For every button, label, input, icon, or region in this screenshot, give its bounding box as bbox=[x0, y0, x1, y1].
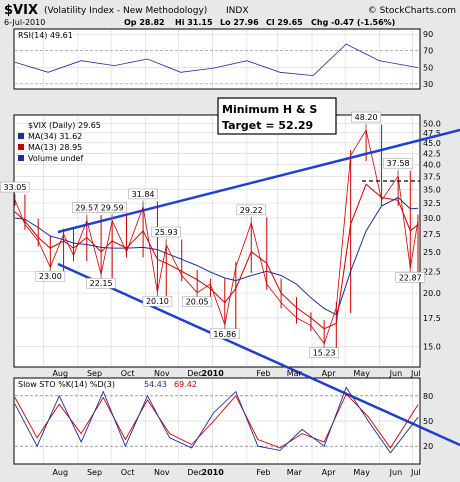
legend-volume: Volume undef bbox=[28, 154, 83, 163]
legend-ma34-swatch bbox=[18, 133, 24, 139]
price-tick-label: 20.0 bbox=[423, 289, 441, 298]
price-tick-label: 22.5 bbox=[423, 267, 441, 276]
callout-label: 31.84 bbox=[132, 190, 155, 199]
callout-label: 15.23 bbox=[313, 349, 336, 358]
x-tick-label: Aug bbox=[52, 468, 68, 477]
quote-high: Hi 31.15 bbox=[175, 18, 213, 27]
hs-annotation-line2: Target = 52.29 bbox=[222, 119, 313, 132]
rsi-tick-label: 30 bbox=[423, 80, 433, 89]
callout-label: 33.05 bbox=[4, 183, 27, 192]
price-tick-label: 45.0 bbox=[423, 139, 441, 148]
callout-label: 29.57 bbox=[75, 204, 98, 213]
callout-label: 29.59 bbox=[101, 204, 124, 213]
x-tick-label: 2010 bbox=[202, 369, 225, 378]
callout-label: 16.86 bbox=[213, 330, 236, 339]
legend-ma34: MA(34) 31.62 bbox=[28, 132, 82, 141]
price-tick-label: 42.5 bbox=[423, 149, 441, 158]
x-tick-label: Mar bbox=[287, 468, 303, 477]
x-tick-label: Jun bbox=[389, 369, 403, 378]
rsi-tick-label: 50 bbox=[423, 63, 433, 72]
chart-date: 6-Jul-2010 bbox=[4, 18, 45, 27]
quote-change: Chg -0.47 (-1.56%) bbox=[311, 18, 395, 27]
rsi-tick-label: 70 bbox=[423, 47, 433, 56]
x-tick-label: Apr bbox=[322, 369, 337, 378]
sto-label: Slow STO %K(14) %D(3) bbox=[18, 380, 115, 389]
x-tick-label: May bbox=[353, 369, 370, 378]
price-tick-label: 32.5 bbox=[423, 199, 441, 208]
x-tick-label: Feb bbox=[256, 369, 270, 378]
x-tick-label: Nov bbox=[154, 369, 170, 378]
sto-tick-label: 50 bbox=[423, 417, 433, 426]
rsi-tick-label: 90 bbox=[423, 30, 433, 39]
callout-label: 48.20 bbox=[355, 113, 378, 122]
x-axis-middle: Aug Sep Oct Nov Dec2010 Feb Mar Apr May Jun Jul bbox=[52, 369, 420, 378]
sto-tick-label: 20 bbox=[423, 442, 433, 451]
price-tick-label: 25.0 bbox=[423, 248, 441, 257]
x-tick-label: Apr bbox=[322, 468, 337, 477]
hs-annotation-line1: Minimum H & S bbox=[222, 103, 317, 116]
x-tick-label: Mar bbox=[287, 369, 303, 378]
callout-label: 25.93 bbox=[155, 228, 178, 237]
x-tick-label: Feb bbox=[256, 468, 270, 477]
x-tick-label: Sep bbox=[87, 468, 102, 477]
x-tick-label: Oct bbox=[121, 468, 135, 477]
price-tick-label: 27.5 bbox=[423, 230, 441, 239]
x-tick-label: Jul bbox=[410, 369, 421, 378]
legend-volume-swatch bbox=[18, 155, 24, 161]
brand-label: © StockCharts.com bbox=[368, 6, 456, 16]
callout-label: 20.05 bbox=[186, 298, 209, 307]
x-tick-label: Nov bbox=[154, 468, 170, 477]
sto-tick-label: 80 bbox=[423, 392, 433, 401]
x-axis-bottom: Aug Sep Oct Nov Dec2010 Feb Mar Apr May Jun Jul bbox=[52, 468, 420, 477]
callout-label: 22.87 bbox=[399, 273, 422, 282]
callout-label: 22.15 bbox=[90, 279, 113, 288]
quote-close: Cl 29.65 bbox=[266, 18, 303, 27]
callout-label: 37.58 bbox=[387, 159, 410, 168]
callout-label: 23.00 bbox=[39, 272, 62, 281]
x-tick-label: Aug bbox=[52, 369, 68, 378]
x-tick-label: Sep bbox=[87, 369, 102, 378]
vix-chart: $VIX (Volatility Index - New Methodology… bbox=[0, 3, 460, 477]
chart-symbol: $VIX bbox=[4, 3, 38, 18]
price-axis: 50.047.545.042.540.037.535.032.530.027.5… bbox=[423, 119, 441, 351]
x-tick-label: Jun bbox=[389, 468, 403, 477]
quote-low: Lo 27.96 bbox=[220, 18, 259, 27]
sto-axis: 80 50 20 bbox=[423, 392, 433, 451]
price-tick-label: 30.0 bbox=[423, 214, 441, 223]
legend-main: $VIX (Daily) 29.65 bbox=[28, 121, 101, 130]
x-tick-label: 2010 bbox=[202, 468, 225, 477]
sto-k-value: 54.43 bbox=[144, 380, 167, 389]
rsi-axis: 90 70 50 30 bbox=[423, 30, 433, 89]
legend-ma13-swatch bbox=[18, 144, 24, 150]
price-tick-label: 50.0 bbox=[423, 119, 441, 128]
callout-label: 20.10 bbox=[146, 297, 169, 306]
quote-open: Op 28.82 bbox=[124, 18, 165, 27]
sto-d-value: 69.42 bbox=[174, 380, 197, 389]
price-tick-label: 37.5 bbox=[423, 173, 441, 182]
rsi-panel bbox=[13, 28, 421, 90]
price-tick-label: 15.0 bbox=[423, 342, 441, 351]
hs-annotation: Minimum H & S Target = 52.29 bbox=[217, 97, 337, 135]
x-tick-label: Jul bbox=[410, 468, 421, 477]
price-tick-label: 17.5 bbox=[423, 314, 441, 323]
chart-exchange: INDX bbox=[226, 6, 248, 16]
legend-ma13: MA(13) 28.95 bbox=[28, 143, 82, 152]
callout-label: 29.22 bbox=[240, 206, 263, 215]
price-tick-label: 35.0 bbox=[423, 185, 441, 194]
x-tick-label: May bbox=[353, 468, 370, 477]
x-tick-label: Oct bbox=[121, 369, 135, 378]
x-tick-label: Dec bbox=[187, 468, 202, 477]
chart-name: (Volatility Index - New Methodology) bbox=[44, 6, 207, 16]
x-tick-label: Dec bbox=[187, 369, 202, 378]
rsi-label: RSI(14) 49.61 bbox=[18, 31, 73, 40]
price-tick-label: 40.0 bbox=[423, 161, 441, 170]
